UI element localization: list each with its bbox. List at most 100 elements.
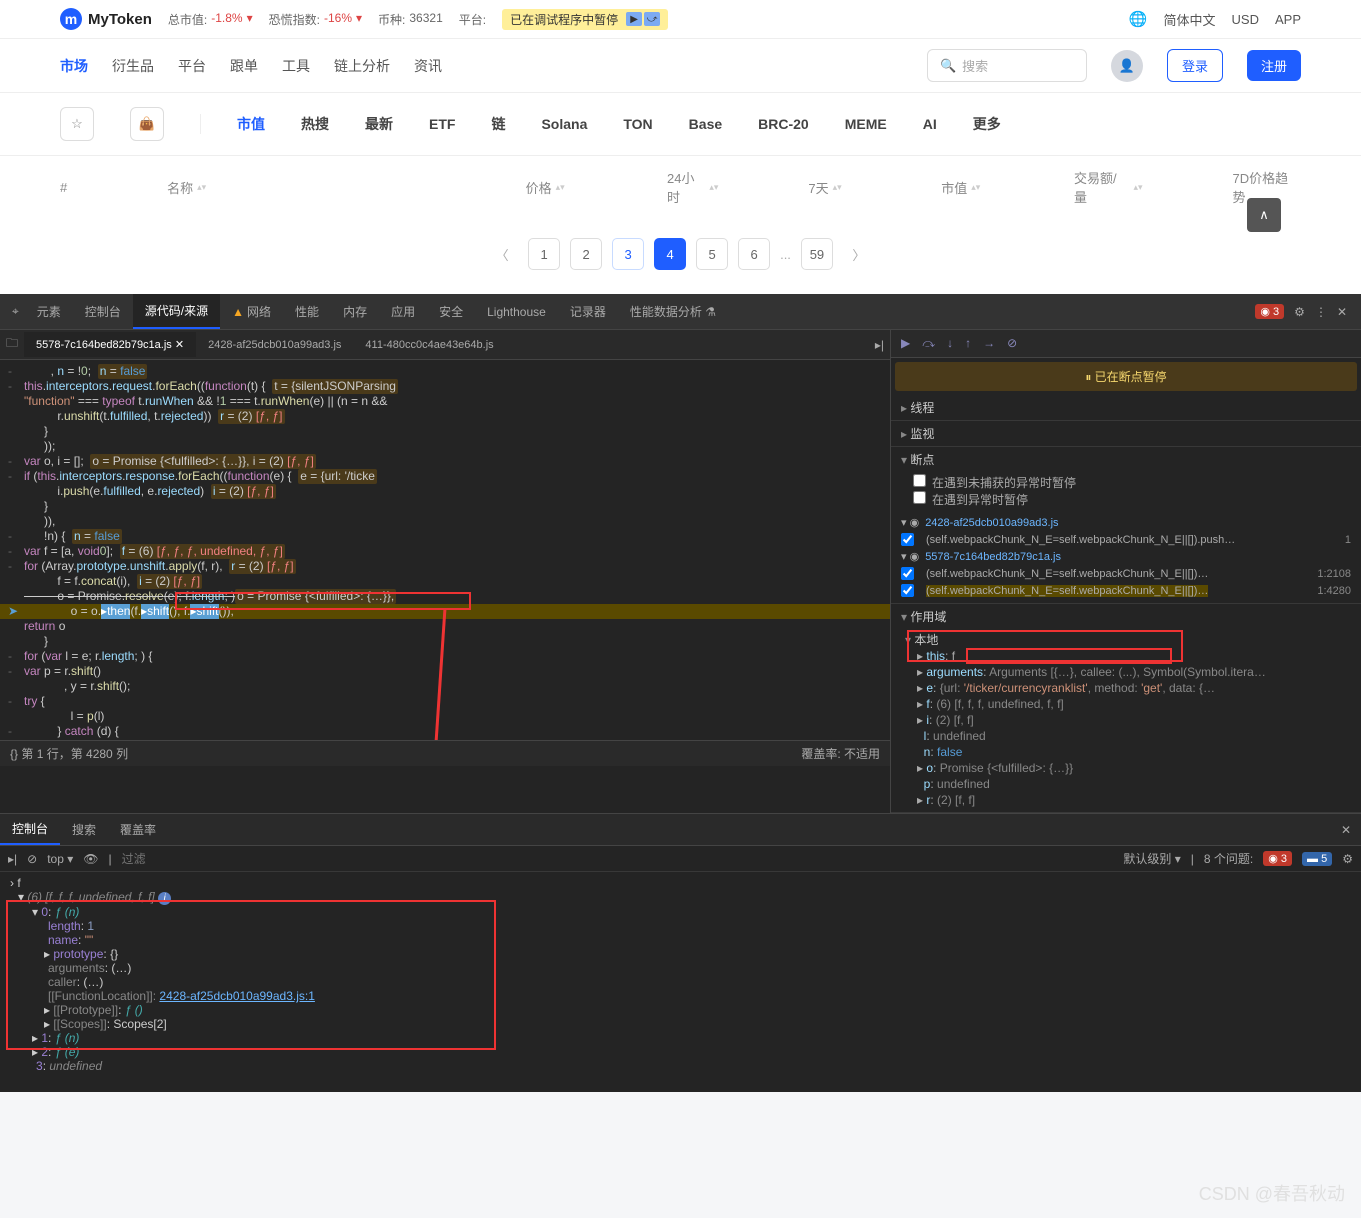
subnav-more[interactable]: 更多 <box>973 114 1001 134</box>
close-icon[interactable]: ✕ <box>1337 305 1347 319</box>
tab-sources[interactable]: 源代码/来源 <box>133 294 220 329</box>
subnav-chain[interactable]: 链 <box>491 114 505 134</box>
drawer-tab-console[interactable]: 控制台 <box>0 814 60 845</box>
tab-network[interactable]: ▲网络 <box>220 295 283 328</box>
search-input[interactable]: 🔍 搜索 <box>927 49 1087 82</box>
page-6[interactable]: 6 <box>738 238 770 270</box>
log-level[interactable]: 默认级别 ▾ <box>1123 850 1180 867</box>
subnav-meme[interactable]: MEME <box>845 116 887 132</box>
step-over-icon[interactable]: ⤼ <box>922 336 935 351</box>
tab-lighthouse[interactable]: Lighthouse <box>475 297 558 327</box>
deactivate-bp-icon[interactable]: ⊘ <box>1007 336 1017 351</box>
page-1[interactable]: 1 <box>528 238 560 270</box>
bp-check[interactable] <box>901 584 914 597</box>
page-4[interactable]: 4 <box>654 238 686 270</box>
star-icon[interactable]: ☆ <box>60 107 94 141</box>
col-24h[interactable]: 24小时▴▾ <box>667 168 718 206</box>
tab-application[interactable]: 应用 <box>379 295 427 328</box>
resume-icon[interactable]: ▶ <box>901 336 910 351</box>
more-icon[interactable]: ⋮ <box>1315 305 1327 319</box>
nav-tools[interactable]: 工具 <box>282 56 310 76</box>
register-button[interactable]: 注册 <box>1247 50 1301 81</box>
bp-caught-check[interactable] <box>913 491 926 504</box>
col-name[interactable]: 名称▴▾ <box>167 168 236 206</box>
page-5[interactable]: 5 <box>696 238 728 270</box>
nav-news[interactable]: 资讯 <box>414 56 442 76</box>
drawer-tab-search[interactable]: 搜索 <box>60 815 108 844</box>
subnav-marketcap[interactable]: 市值 <box>237 114 265 134</box>
col-price[interactable]: 价格▴▾ <box>526 168 577 206</box>
console-sidebar-icon[interactable]: ▸| <box>8 852 17 866</box>
page-last[interactable]: 59 <box>801 238 833 270</box>
col-vol[interactable]: 交易额/量▴▾ <box>1074 168 1143 206</box>
subnav-hot[interactable]: 热搜 <box>301 114 329 134</box>
nav-market[interactable]: 市场 <box>60 56 88 76</box>
col-hash[interactable]: # <box>60 168 77 206</box>
col-7d[interactable]: 7天▴▾ <box>808 168 851 206</box>
tab-console[interactable]: 控制台 <box>73 295 133 328</box>
step-icon[interactable]: → <box>983 336 995 351</box>
error-count[interactable]: ◉ 3 <box>1255 304 1284 319</box>
file-menu-icon[interactable]: ▸| <box>869 334 890 356</box>
subnav-ai[interactable]: AI <box>923 116 937 132</box>
bp-uncaught-check[interactable] <box>913 474 926 487</box>
subnav-base[interactable]: Base <box>689 116 722 132</box>
files-icon[interactable]: 🗀 <box>0 330 24 359</box>
console-filter[interactable] <box>122 852 242 866</box>
subnav-ton[interactable]: TON <box>623 116 652 132</box>
step-into-icon[interactable]: ↓ <box>947 336 953 351</box>
console-info[interactable]: ▬ 5 <box>1302 852 1332 866</box>
subnav-solana[interactable]: Solana <box>541 116 587 132</box>
nav-derivatives[interactable]: 衍生品 <box>112 56 154 76</box>
tab-memory[interactable]: 内存 <box>331 295 379 328</box>
tab-elements[interactable]: 元素 <box>25 295 73 328</box>
app-link[interactable]: APP <box>1275 12 1301 27</box>
page-2[interactable]: 2 <box>570 238 602 270</box>
nav-onchain[interactable]: 链上分析 <box>334 56 390 76</box>
code-editor[interactable]: - , n = !0; n = false - this.interceptor… <box>0 360 890 740</box>
file-tab-2[interactable]: 2428-af25dcb010a99ad3.js <box>196 333 353 357</box>
gear-icon[interactable]: ⚙ <box>1294 305 1305 319</box>
inspect-icon[interactable]: ⌖ <box>6 300 25 323</box>
step-out-icon[interactable]: ↑ <box>965 336 971 351</box>
page-3[interactable]: 3 <box>612 238 644 270</box>
drawer-tab-coverage[interactable]: 覆盖率 <box>108 815 168 844</box>
lang-switch[interactable]: 简体中文 <box>1164 10 1216 29</box>
bp-check[interactable] <box>901 567 914 580</box>
play-icon[interactable]: ▶ <box>626 12 642 26</box>
step-icon[interactable]: ⤻ <box>644 12 660 26</box>
file-tab-3[interactable]: 411-480cc0c4ae43e64b.js <box>353 333 505 357</box>
section-watch[interactable]: 监视 <box>891 421 1361 446</box>
console-context[interactable]: top ▾ <box>47 852 73 866</box>
section-scope[interactable]: 作用域 <box>891 604 1361 629</box>
eye-icon[interactable]: 👁 <box>83 852 98 866</box>
tab-performance[interactable]: 性能 <box>283 295 331 328</box>
nav-platforms[interactable]: 平台 <box>178 56 206 76</box>
currency-switch[interactable]: USD <box>1232 12 1259 27</box>
nav-copy[interactable]: 跟单 <box>230 56 258 76</box>
issues-count[interactable]: 8 个问题: <box>1204 850 1253 867</box>
section-breakpoints[interactable]: 断点 <box>891 447 1361 472</box>
console-errors[interactable]: ◉ 3 <box>1263 851 1292 866</box>
scroll-top-button[interactable]: ∧ <box>1247 198 1281 232</box>
page-prev[interactable]: 〈 <box>486 238 518 270</box>
section-threads[interactable]: 线程 <box>891 395 1361 420</box>
subnav-brc20[interactable]: BRC-20 <box>758 116 809 132</box>
portfolio-icon[interactable]: 👜 <box>130 107 164 141</box>
file-tab-1[interactable]: 5578-7c164bed82b79c1a.js ✕ <box>24 332 196 357</box>
page-next[interactable]: 〉 <box>843 238 875 270</box>
user-icon[interactable]: 👤 <box>1111 50 1143 82</box>
tab-recorder[interactable]: 记录器 <box>558 295 618 328</box>
col-cap[interactable]: 市值▴▾ <box>941 168 984 206</box>
console-output[interactable]: › f ▾ (6) [f, f, f, undefined, f, f] i ▾… <box>0 872 1361 1092</box>
tab-security[interactable]: 安全 <box>427 295 475 328</box>
login-button[interactable]: 登录 <box>1167 49 1223 82</box>
tab-perfinsights[interactable]: 性能数据分析 ⚗ <box>618 295 728 328</box>
console-gear-icon[interactable]: ⚙ <box>1342 852 1353 866</box>
subnav-etf[interactable]: ETF <box>429 116 455 132</box>
drawer-close-icon[interactable]: ✕ <box>1331 817 1361 843</box>
subnav-new[interactable]: 最新 <box>365 114 393 134</box>
bp-check[interactable] <box>901 533 914 546</box>
brand-logo[interactable]: m MyToken <box>60 8 152 30</box>
clear-console-icon[interactable]: ⊘ <box>27 852 37 866</box>
